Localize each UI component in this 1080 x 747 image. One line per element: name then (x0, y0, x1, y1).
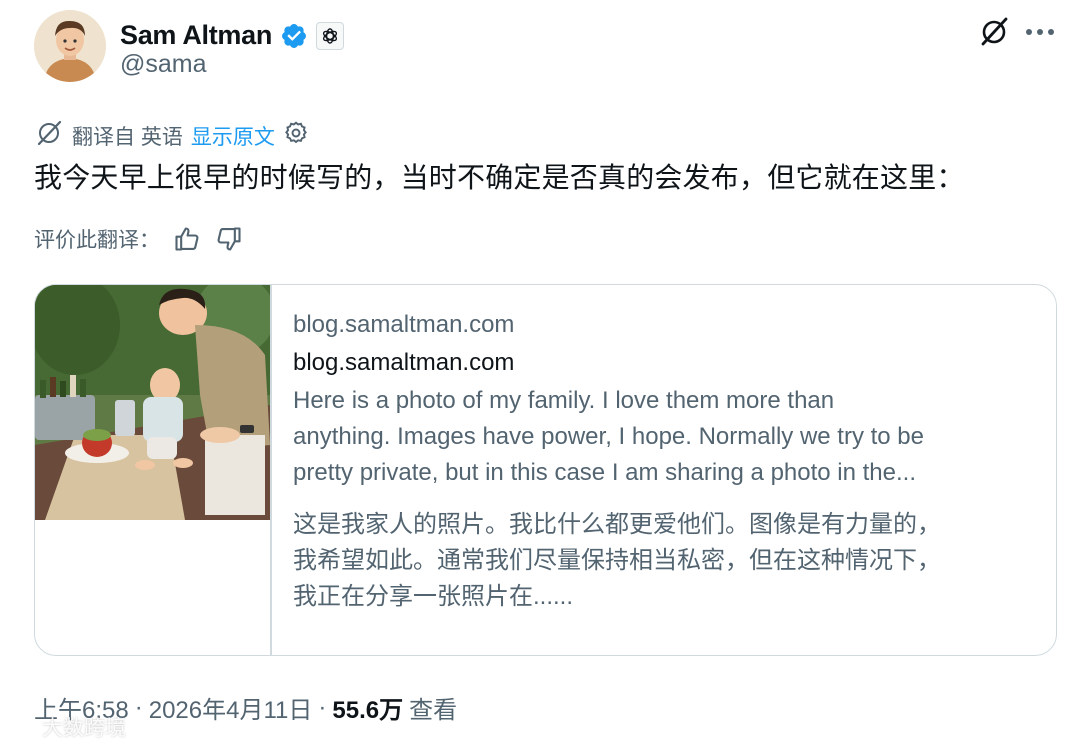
meta-separator: · (134, 693, 143, 721)
card-description-line: anything. Images have power, I hope. Nor… (293, 423, 924, 450)
translation-row: 翻译自 英语 显示原文 (34, 118, 309, 154)
tweet-header: Sam Altman @sama (34, 10, 1064, 84)
thumbs-up-icon[interactable] (172, 224, 202, 254)
card-description: Here is a photo of my family. I love the… (293, 383, 1033, 491)
rate-translation-row: 评价此翻译： (34, 224, 244, 254)
card-description-line: pretty private, but in this case I am sh… (293, 459, 917, 486)
watermark: 大数跨境 (4, 712, 126, 742)
translate-icon (34, 118, 64, 154)
watermark-logo-icon (4, 714, 36, 740)
view-count-label: 查看 (409, 697, 458, 724)
card-description-translation: 这是我家人的照片。我比什么都更爱他们。图像是有力量的， 我希望如此。通常我们尽量… (293, 507, 1033, 615)
show-original-link[interactable]: 显示原文 (191, 121, 275, 151)
card-body: blog.samaltman.com blog.samaltman.com He… (293, 309, 1033, 615)
card-description-line: Here is a photo of my family. I love the… (293, 387, 835, 414)
card-description-translation-line: 我希望如此。通常我们尽量保持相当私密，但在这种情况下， (293, 547, 941, 574)
card-description-translation-line: 我正在分享一张照片在...... (293, 583, 574, 610)
card-thumbnail-image[interactable] (35, 285, 270, 520)
grok-icon[interactable] (976, 14, 1012, 50)
gear-icon[interactable] (283, 120, 309, 152)
meta-separator: · (318, 693, 327, 721)
user-handle[interactable]: @sama (120, 50, 207, 79)
verified-badge-icon (280, 22, 308, 50)
tweet-text: 我今天早上很早的时候写的，当时不确定是否真的会发布，但它就在这里： (34, 162, 965, 193)
thumbs-down-icon[interactable] (214, 224, 244, 254)
card-domain: blog.samaltman.com (293, 311, 515, 338)
more-dots-icon[interactable] (1022, 14, 1058, 50)
card-divider (270, 285, 272, 655)
watermark-text: 大数跨境 (42, 717, 126, 740)
view-count: 55.6万 (332, 697, 404, 724)
avatar[interactable] (34, 10, 106, 82)
card-description-translation-line: 这是我家人的照片。我比什么都更爱他们。图像是有力量的， (293, 511, 941, 538)
card-title: blog.samaltman.com (293, 349, 515, 376)
openai-logo-icon[interactable] (316, 21, 345, 50)
translation-label: 翻译自 英语 (72, 126, 183, 149)
name-row: Sam Altman (120, 20, 345, 51)
link-preview-card[interactable]: blog.samaltman.com blog.samaltman.com He… (34, 284, 1057, 656)
display-name[interactable]: Sam Altman (120, 20, 272, 51)
tweet-date[interactable]: 2026年4月11日 (149, 690, 313, 725)
rate-translation-label: 评价此翻译： (34, 229, 160, 252)
